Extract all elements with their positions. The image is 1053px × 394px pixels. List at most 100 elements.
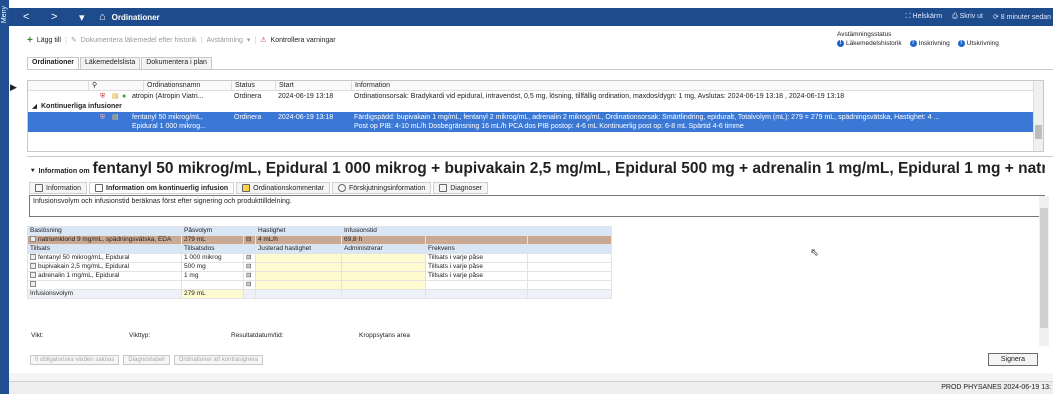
adjusted-rate-field[interactable]	[255, 262, 342, 272]
chevron-down-icon[interactable]: ▾	[247, 36, 251, 44]
comment-icon	[242, 184, 251, 192]
remove-icon[interactable]	[30, 263, 36, 270]
administers-field[interactable]	[341, 262, 426, 272]
collapse-icon[interactable]: ◢	[32, 102, 37, 112]
calc-icon[interactable]: ⊟	[243, 253, 256, 263]
status-text: PROD PHYSANES 2024-06-19 13:	[941, 384, 1051, 391]
cosign-button[interactable]: Ordinationer att kontrasignera	[173, 355, 264, 365]
grid-scrollbar[interactable]	[1033, 81, 1043, 151]
add-additive-icon[interactable]	[30, 281, 36, 288]
column-status[interactable]: Status	[231, 81, 275, 90]
edit-icon[interactable]	[30, 236, 36, 243]
medication-icon: ⛨	[100, 114, 106, 121]
sign-button[interactable]: Signera	[988, 353, 1038, 366]
tab-shift-info[interactable]: Förskjutningsinformation	[331, 182, 432, 194]
filter-icon[interactable]: ⚲	[88, 81, 103, 90]
infusion-table: Baslösning Påsvolym Hastighet Infusionst…	[27, 226, 612, 299]
order-name: fentanyl 50 mikrog/mL,	[132, 114, 203, 121]
print-label: Skriv ut	[959, 13, 983, 20]
detail-scrollbar[interactable]	[1039, 196, 1049, 346]
additive-dose: 1 000 mikrog	[181, 253, 244, 263]
dropdown-icon[interactable]: ▾	[79, 11, 93, 24]
administers-field[interactable]	[341, 253, 426, 263]
separator: |	[254, 36, 257, 44]
document-history-button[interactable]: Dokumentera läkemedel efter historik	[81, 37, 197, 44]
body-surface-label: Kroppsytans area	[359, 332, 410, 339]
header-blank	[243, 244, 256, 254]
additive-name: adrenalin 1 mg/mL, Epidural	[38, 272, 120, 280]
weight-row: Vikt: Vikttyp: Resultatdatum/tid: Kropps…	[31, 332, 531, 339]
info-message: Infusionsvolym och infusionstid beräknas…	[29, 195, 1045, 217]
remove-icon[interactable]	[30, 272, 36, 279]
forward-button[interactable]: >	[51, 11, 65, 23]
print-button[interactable]: ⎙ Skriv ut	[952, 13, 983, 21]
additive-row[interactable]: bupivakain 2,5 mg/mL, Epidural 500 mg ⊟ …	[27, 262, 612, 272]
base-blank	[527, 235, 612, 245]
diagnosis-table-button[interactable]: Diagnostabell	[123, 355, 170, 365]
frequency: Tillsats i varje påse	[425, 271, 528, 281]
administers-field[interactable]	[341, 271, 426, 281]
scroll-thumb[interactable]	[1040, 208, 1048, 328]
bottom-strip	[9, 373, 1053, 381]
calc-icon[interactable]: ⊟	[243, 271, 256, 281]
home-icon[interactable]: ⌂	[99, 11, 106, 23]
tab-diagnoses[interactable]: Diagnoser	[433, 182, 489, 194]
grid-header: ⚲ Ordinationsnamn Status Start Informati…	[28, 81, 1033, 91]
add-icon[interactable]: +	[27, 35, 33, 46]
check-warnings-button[interactable]: Kontrollera varningar	[271, 37, 336, 44]
side-menu[interactable]: Meny	[0, 0, 9, 394]
table-row[interactable]: ⛨ ▤ ● atropin (Atropin Viatri... Ordiner…	[28, 92, 1033, 102]
base-solution-row[interactable]: natriumklorid 9 mg/mL, spädningsvätska, …	[27, 235, 612, 245]
tab-infusion[interactable]: Information om kontinuerlig infusion	[89, 182, 235, 194]
calc-icon[interactable]: ⊟	[243, 262, 256, 272]
column-start[interactable]: Start	[275, 81, 351, 90]
calc-icon[interactable]: ⊟	[243, 280, 256, 290]
back-button[interactable]: <	[23, 11, 37, 23]
add-button[interactable]: Lägg till	[37, 37, 61, 44]
side-menu-label: Meny	[1, 6, 8, 24]
adjusted-rate-field[interactable]	[255, 253, 342, 263]
detail-prefix: Information om	[38, 168, 90, 175]
refresh-button[interactable]: ⟳ 8 minuter sedan	[993, 13, 1051, 21]
reconcile-button[interactable]: Avstämning	[206, 37, 242, 44]
reconcile-history-link[interactable]: ! Läkemedelshistorik	[837, 40, 902, 47]
administers-field[interactable]	[341, 280, 426, 290]
adjusted-rate-field[interactable]	[255, 280, 342, 290]
column-name[interactable]: Ordinationsnamn	[143, 81, 231, 90]
tab-information[interactable]: Information	[29, 182, 88, 194]
tab-label: Ordinationskommentar	[253, 184, 324, 192]
refresh-label: 8 minuter sedan	[1000, 14, 1051, 21]
rate-value[interactable]: 4 mL/h	[255, 235, 342, 245]
infusion-time: 69,8 h	[341, 235, 426, 245]
additive-row-empty[interactable]: ⊟	[27, 280, 612, 290]
tab-dokumentera[interactable]: Dokumentera i plan	[141, 57, 212, 69]
column-information[interactable]: Information	[351, 81, 1031, 90]
tab-comment[interactable]: Ordinationskommentar	[236, 182, 330, 194]
blank-cell	[341, 289, 426, 299]
additive-row[interactable]: adrenalin 1 mg/mL, Epidural 1 mg ⊟ Tills…	[27, 271, 612, 281]
order-status: Ordinera	[234, 114, 262, 121]
group-row[interactable]: ◢ Kontinuerliga infusioner	[28, 102, 1033, 112]
tab-ordinationer[interactable]: Ordinationer	[27, 57, 80, 69]
diagnosis-icon	[439, 184, 448, 192]
reconcile-admission-link[interactable]: ! Inskrivning	[909, 40, 950, 47]
expand-arrow-icon[interactable]: ▶	[10, 82, 17, 93]
missing-values-button[interactable]: 0 obligatoriska värden saknas	[30, 355, 120, 365]
base-blank	[425, 235, 528, 245]
additive-row[interactable]: fentanyl 50 mikrog/mL, Epidural 1 000 mi…	[27, 253, 612, 263]
mouse-cursor-icon: ⇖	[810, 247, 820, 259]
collapse-icon[interactable]: ⯆	[30, 168, 36, 176]
blank-cell	[527, 253, 612, 263]
fullscreen-button[interactable]: ⛶ Helskärm	[906, 13, 942, 21]
additive-dose: 500 mg	[181, 262, 244, 272]
tab-lakemedelslista[interactable]: Läkemedelslista	[80, 57, 141, 69]
order-info: Färdigspädd: bupivakain 1 mg/mL, fentany…	[354, 114, 940, 121]
scroll-thumb[interactable]	[1035, 125, 1042, 139]
detail-heading: fentanyl 50 mikrog/mL, Epidural 1 000 mi…	[92, 160, 1045, 177]
tab-divider	[27, 69, 1053, 70]
reconcile-discharge-link[interactable]: ! Utskrivning	[957, 40, 999, 47]
calc-icon[interactable]: ⊟	[243, 235, 256, 245]
table-row-selected[interactable]: ⛨ ▤ fentanyl 50 mikrog/mL, Epidural 1 00…	[28, 112, 1033, 132]
remove-icon[interactable]	[30, 254, 36, 261]
adjusted-rate-field[interactable]	[255, 271, 342, 281]
